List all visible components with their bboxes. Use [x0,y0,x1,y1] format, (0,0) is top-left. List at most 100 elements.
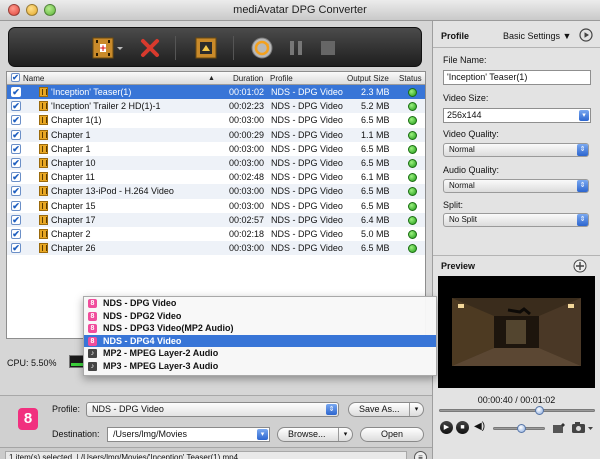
pause-icon[interactable] [285,35,307,61]
destination-field[interactable]: /Users/lmg/Movies ▾ [107,427,270,442]
split-select[interactable]: No Split ⇕ [443,213,589,227]
browse-button[interactable]: Browse... ▾ [277,427,353,442]
file-name-cell: Chapter 15 [51,200,96,211]
dropdown-option[interactable]: 8 NDS - DPG4 Video [84,334,436,348]
table-header: ✔ Name ▲ Duration Profile Output Size St… [7,72,425,85]
header-status[interactable]: Status [399,74,422,83]
table-row[interactable]: ✔ Chapter 17 00:02:57 NDS - DPG Video 6.4 MB [7,212,425,227]
open-button[interactable]: Open [360,427,424,442]
profile-cell[interactable]: NDS - DPG Video [271,243,343,253]
basic-settings-menu[interactable]: Basic Settings ▼ [503,31,571,41]
dropdown-option-label: NDS - DPG3 Video(MP2 Audio) [103,323,234,334]
profile-cell[interactable]: NDS - DPG Video [271,186,343,196]
table-row[interactable]: ✔ 'Inception' Trailer 2 HD(1)-1 00:02:23 ND… [7,99,425,114]
table-row[interactable]: ✔ Chapter 11 00:02:48 NDS - DPG Video 6.1 MB [7,170,425,184]
row-checkbox[interactable]: ✔ [11,200,21,211]
dropdown-option-label: MP3 - MPEG Layer-3 Audio [103,360,219,371]
table-row[interactable]: ✔ 'Inception' Teaser(1) 00:01:02 NDS - DPG … [7,85,425,100]
dropdown-option[interactable]: 8 NDS - DPG2 Video [84,310,436,323]
snapshot-folder-icon[interactable] [573,259,587,273]
profile-cell[interactable]: NDS - DPG Video [271,87,343,97]
output-size-cell: 6.5 MB [361,200,390,211]
row-checkbox[interactable]: ✔ [11,228,21,239]
chevron-down-icon[interactable]: ▾ [338,428,352,441]
chevron-down-icon[interactable]: ▾ [579,110,589,121]
row-checkbox[interactable]: ✔ [11,157,21,168]
profile-cell[interactable]: NDS - DPG Video [271,158,343,168]
header-name[interactable]: Name [23,74,44,83]
profile-cell[interactable]: NDS - DPG Video [271,215,343,225]
seek-slider-knob[interactable] [535,406,545,415]
dropdown-option[interactable]: ♪ MP2 - MPEG Layer-2 Audio [84,347,436,360]
volume-icon[interactable]: ◀) [474,421,485,432]
video-preview[interactable] [438,276,595,388]
convert-icon[interactable] [249,35,275,61]
row-checkbox[interactable]: ✔ [11,87,21,97]
dropdown-option[interactable]: 8 NDS - DPG Video [84,297,436,310]
row-checkbox[interactable]: ✔ [11,143,21,154]
table-row[interactable]: ✔ Chapter 26 00:03:00 NDS - DPG Video 6.5 MB [7,241,425,256]
select-all-checkbox[interactable]: ✔ [11,73,20,82]
add-chapter-icon[interactable] [193,35,219,61]
table-row[interactable]: ✔ Chapter 15 00:03:00 NDS - DPG Video 6.5 MB [7,199,425,213]
video-file-icon [39,87,48,97]
save-as-button[interactable]: Save As... ▾ [348,402,424,417]
row-checkbox[interactable]: ✔ [11,186,21,197]
file-name-input[interactable]: 'Inception' Teaser(1) [443,70,591,85]
table-row[interactable]: ✔ Chapter 10 00:03:00 NDS - DPG Video 6.5 MB [7,155,425,171]
dropdown-option[interactable]: ♪ MP3 - MPEG Layer-3 Audio [84,360,436,373]
dropdown-option[interactable]: 8 NDS - DPG3 Video(MP2 Audio) [84,322,436,335]
add-file-icon[interactable]: + [91,35,125,61]
table-row[interactable]: ✔ Chapter 1(1) 00:03:00 NDS - DPG Video 6.5 … [7,113,425,127]
row-checkbox[interactable]: ✔ [11,214,21,225]
file-name-cell: Chapter 11 [51,172,95,183]
toolbar-separator [233,36,234,60]
file-name-cell: Chapter 1 [51,129,91,140]
play-icon[interactable]: ▶ [440,421,453,434]
profile-cell[interactable]: NDS - DPG Video [271,172,343,182]
seek-slider[interactable] [439,409,595,412]
profile-cell[interactable]: NDS - DPG Video [271,144,343,154]
row-checkbox[interactable]: ✔ [11,243,21,254]
audio-quality-label: Audio Quality: [443,165,500,175]
row-checkbox[interactable]: ✔ [11,101,21,112]
stop-icon[interactable] [317,35,339,61]
volume-slider-knob[interactable] [517,424,526,433]
profile-cell[interactable]: NDS - DPG Video [271,101,343,111]
stop-icon[interactable]: ■ [456,421,469,434]
sort-arrow-icon[interactable]: ▲ [208,75,215,82]
browse-label: Browse... [288,429,326,439]
header-profile[interactable]: Profile [270,74,293,83]
toolbar-separator [175,36,176,60]
table-row[interactable]: ✔ Chapter 13-iPod - H.264 Video 00:03:00 ND… [7,184,425,199]
remove-icon[interactable] [139,35,161,61]
header-output-size[interactable]: Output Size [347,74,389,83]
header-duration[interactable]: Duration [233,74,263,83]
profile-cell[interactable]: NDS - DPG Video [271,115,343,125]
profile-select[interactable]: NDS - DPG Video ⇕ [86,402,339,417]
status-ok-icon [408,215,417,225]
profile-cell[interactable]: NDS - DPG Video [271,201,343,211]
log-icon[interactable]: ≡ [414,451,427,459]
title-bar: mediAvatar DPG Converter [0,0,600,21]
table-row[interactable]: ✔ Chapter 2 00:02:18 NDS - DPG Video 5.0 MB [7,227,425,241]
camera-snapshot-icon[interactable] [571,421,595,435]
audio-quality-select[interactable]: Normal ⇕ [443,179,589,193]
status-ok-icon [408,229,417,239]
profile-cell[interactable]: NDS - DPG Video [271,130,343,140]
row-checkbox[interactable]: ✔ [11,172,21,183]
profile-cell[interactable]: NDS - DPG Video [271,229,343,239]
table-row[interactable]: ✔ Chapter 1 00:03:00 NDS - DPG Video 6.5 MB [7,142,425,156]
play-circle-icon[interactable] [579,28,593,42]
effects-icon[interactable] [552,421,568,435]
table-row[interactable]: ✔ Chapter 1 00:00:29 NDS - DPG Video 1.1 MB [7,127,425,142]
video-size-combo[interactable]: 256x144 ▾ [443,108,591,123]
video-file-icon [39,143,48,154]
dropdown-option-label: MP2 - MPEG Layer-2 Audio [103,348,219,359]
video-quality-select[interactable]: Normal ⇕ [443,143,589,157]
row-checkbox[interactable]: ✔ [11,129,21,140]
chevron-down-icon[interactable]: ▾ [409,403,423,416]
file-name-cell: Chapter 10 [51,157,96,168]
row-checkbox[interactable]: ✔ [11,115,21,126]
chevron-down-icon[interactable]: ▾ [257,429,268,440]
